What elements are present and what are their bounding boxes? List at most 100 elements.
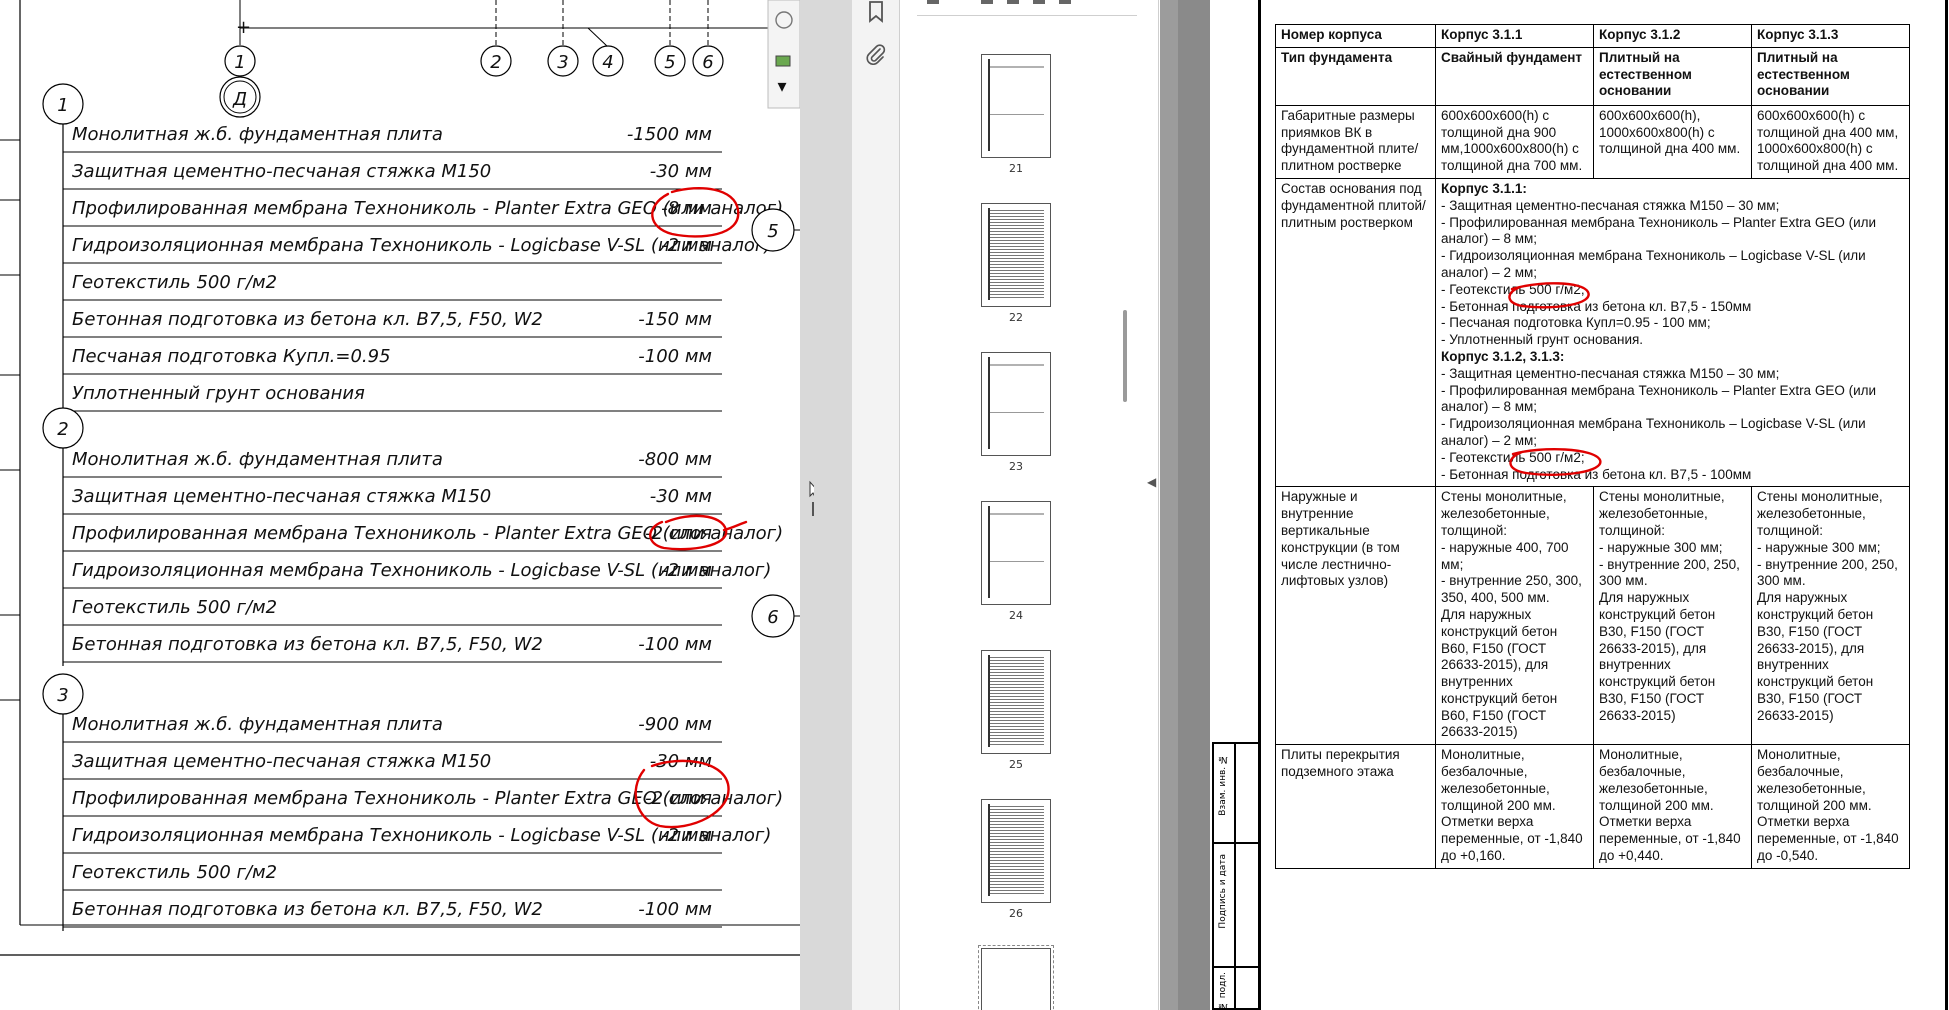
page-thumbnail[interactable] bbox=[981, 501, 1051, 605]
layer-thickness: -30 мм bbox=[650, 161, 712, 182]
table-cell: Плиты перекрытия подземного этажа bbox=[1275, 744, 1436, 869]
layer-name: Монолитная ж.б. фундаментная плита bbox=[72, 124, 443, 145]
table-row: Тип фундамента Свайный фундамент Плитный… bbox=[1275, 46, 1910, 106]
layer-thickness: -100 мм bbox=[638, 346, 712, 367]
stamp-label-replaced-inv: Взам. инв. № bbox=[1218, 754, 1228, 816]
thumbnail-preview bbox=[988, 804, 1044, 896]
table-cell: Тип фундамента bbox=[1275, 46, 1436, 106]
layer-name: Песчаная подготовка Купл.=0.95 bbox=[72, 346, 391, 367]
grid-cross: + bbox=[236, 17, 251, 38]
stamp-label-signature-date: Подпись и дата bbox=[1218, 854, 1228, 929]
table-cell: Наружные и внутренние вертикальные конст… bbox=[1275, 486, 1436, 746]
table-row: Номер корпуса Корпус 3.1.1 Корпус 3.1.2 … bbox=[1275, 24, 1910, 48]
layer-name: Защитная цементно-песчаная стяжка М150 bbox=[72, 486, 491, 507]
table-cell: Корпус 3.1.1 bbox=[1435, 24, 1594, 48]
grid-axis-label: 3 bbox=[557, 52, 568, 73]
thumbnail-scrollbar[interactable] bbox=[1123, 310, 1127, 402]
viewer-side-toolbar bbox=[852, 0, 900, 1010]
layer-name: Геотекстиль 500 г/м2 bbox=[72, 272, 277, 293]
layers-icon bbox=[775, 55, 791, 67]
pdf-page: Взам. инв. № Подпись и дата Инв. № подл.… bbox=[1210, 0, 1949, 1010]
layer-thickness: -1500 мм bbox=[627, 124, 712, 145]
layer-thickness: -8 мм bbox=[661, 198, 712, 219]
page-thumbnail[interactable] bbox=[981, 203, 1051, 307]
row-axis-label: Д bbox=[232, 89, 247, 110]
table-cell: Габаритные размеры приямков ВК в фундаме… bbox=[1275, 104, 1436, 179]
table-row: Плиты перекрытия подземного этажа Моноли… bbox=[1275, 744, 1910, 869]
chevron-down-icon: ▾ bbox=[777, 76, 786, 97]
page-thumbnail[interactable] bbox=[981, 352, 1051, 456]
table-cell: Плитный на естественном основании bbox=[1751, 46, 1910, 106]
table-cell: Свайный фундамент bbox=[1435, 46, 1594, 106]
floor-type-marker-label: 2 bbox=[57, 419, 68, 440]
table-row: Габаритные размеры приямков ВК в фундаме… bbox=[1275, 104, 1910, 179]
table-cell: Стены монолитные, железобетонные, толщин… bbox=[1751, 486, 1910, 746]
thumbnail-preview bbox=[988, 655, 1044, 747]
composition-heading: Корпус 3.1.2, 3.1.3: bbox=[1441, 348, 1565, 364]
layer-thickness: -2 мм bbox=[661, 560, 712, 581]
layer-thickness: -30 мм bbox=[650, 486, 712, 507]
thumbnail-tool-icon[interactable] bbox=[1007, 0, 1019, 4]
layer-name: Монолитная ж.б. фундаментная плита bbox=[72, 449, 443, 470]
paperclip-icon bbox=[866, 44, 886, 65]
layer-thickness: -800 мм bbox=[638, 449, 712, 470]
stamp-divider bbox=[1234, 744, 1236, 1010]
menu-icon[interactable] bbox=[927, 0, 939, 4]
thumbnail-preview bbox=[988, 357, 1044, 449]
table-cell: 600x600x600(h), 1000x600x800(h) с толщин… bbox=[1593, 104, 1752, 179]
layer-thickness: -2 мм bbox=[661, 235, 712, 256]
stamp-divider bbox=[1214, 966, 1258, 968]
page-thumbnail[interactable] bbox=[981, 54, 1051, 158]
composition-heading: Корпус 3.1.1: bbox=[1441, 180, 1527, 196]
layer-name: Геотекстиль 500 г/м2 bbox=[72, 597, 277, 618]
grid-axis-label: 2 bbox=[490, 52, 501, 73]
bookmark-button[interactable] bbox=[860, 0, 892, 28]
collapse-panel-icon[interactable]: ◀ bbox=[1147, 475, 1156, 489]
page-thumbnails-panel[interactable]: 21 22 23 24 25 26 bbox=[901, 0, 1159, 1010]
table-row: Наружные и внутренние вертикальные конст… bbox=[1275, 486, 1910, 746]
spec-table: Номер корпуса Корпус 3.1.1 Корпус 3.1.2 … bbox=[1275, 24, 1910, 869]
table-cell: 600x600x600(h) с толщиной дна 900 мм,100… bbox=[1435, 104, 1594, 179]
table-cell: Плитный на естественном основании bbox=[1593, 46, 1752, 106]
floor-type-marker-label: 3 bbox=[57, 685, 68, 706]
attachment-button[interactable] bbox=[860, 38, 892, 70]
table-cell: Стены монолитные, железобетонные, толщин… bbox=[1435, 486, 1594, 746]
page-thumbnail-current[interactable] bbox=[978, 945, 1054, 1010]
table-cell: Состав основания под фундаментной плитой… bbox=[1275, 177, 1436, 488]
thumbnail-preview bbox=[988, 506, 1044, 598]
thumbnail-page-number: 24 bbox=[1009, 609, 1023, 622]
grid-axis-label: 1 bbox=[234, 52, 245, 73]
bookmark-icon bbox=[869, 1, 883, 23]
grid-leader-line bbox=[587, 27, 609, 48]
layer-thickness: -150 мм bbox=[638, 309, 712, 330]
composition-list: - Защитная цементно-песчаная стяжка М150… bbox=[1441, 365, 1877, 482]
table-cell: Монолитные, безбалочные, железобетонные,… bbox=[1435, 744, 1594, 869]
thumbnail-preview bbox=[988, 208, 1044, 300]
composition-list: - Защитная цементно-песчаная стяжка М150… bbox=[1441, 197, 1877, 348]
table-cell-foundation-composition: Корпус 3.1.1: - Защитная цементно-песчан… bbox=[1435, 177, 1910, 488]
title-block-stamp: Взам. инв. № Подпись и дата Инв. № подл. bbox=[1212, 742, 1258, 1010]
page-thumbnail[interactable] bbox=[981, 650, 1051, 754]
cad-drawing-canvas[interactable]: +1 2 3 4 5 6 Д 1 Монолитная ж.б. фундаментная пл… bbox=[0, 0, 800, 1010]
grid-axis-label: 4 bbox=[602, 52, 613, 73]
floor-type-marker-label: 1 bbox=[57, 95, 68, 116]
layer-thickness: -900 мм bbox=[638, 714, 712, 735]
table-cell: Номер корпуса bbox=[1275, 24, 1436, 48]
mouse-cursor-icon bbox=[809, 480, 814, 516]
page-thumbnail[interactable] bbox=[981, 799, 1051, 903]
layer-thickness: -100 мм bbox=[638, 634, 712, 655]
stamp-label-original-inv: Инв. № подл. bbox=[1218, 972, 1228, 1010]
layer-name: Уплотненный грунт основания bbox=[72, 383, 365, 404]
thumbnail-page-number: 22 bbox=[1009, 311, 1023, 324]
thumbnail-tool-icon[interactable] bbox=[1059, 0, 1071, 4]
grid-axis-label: 5 bbox=[664, 52, 675, 73]
panel-splitter[interactable] bbox=[800, 0, 852, 1010]
thumbnail-page-number: 25 bbox=[1009, 758, 1023, 771]
thumbnail-page-number: 21 bbox=[1009, 162, 1023, 175]
thumbnail-toolbar bbox=[917, 0, 1137, 16]
table-cell: Монолитные, безбалочные, железобетонные,… bbox=[1593, 744, 1752, 869]
thumbnail-tool-icon[interactable] bbox=[1033, 0, 1045, 4]
grid-axis-label: 6 bbox=[702, 52, 713, 73]
thumbnail-tool-icon[interactable] bbox=[981, 0, 993, 4]
layer-name: Геотекстиль 500 г/м2 bbox=[72, 862, 277, 883]
